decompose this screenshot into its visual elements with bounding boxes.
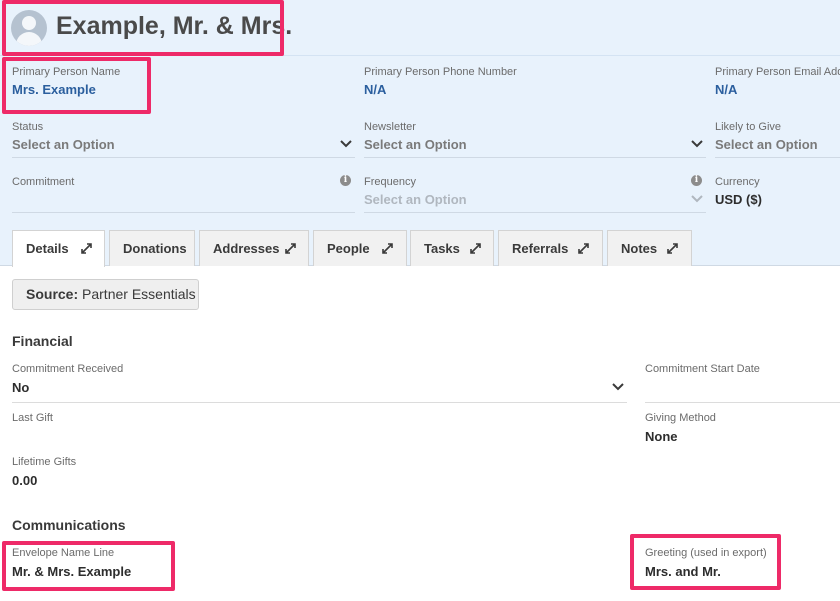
giving-method-value: None bbox=[645, 429, 678, 444]
lifetime-gifts-label: Lifetime Gifts bbox=[12, 456, 77, 468]
primary-person-name-link[interactable]: Mrs. Example bbox=[12, 82, 96, 97]
tab-notes[interactable]: Notes bbox=[607, 230, 692, 266]
commitment-received-select[interactable]: No bbox=[12, 380, 29, 395]
tab-donations-label: Donations bbox=[123, 241, 187, 256]
source-prefix: Source: bbox=[26, 286, 79, 302]
info-icon[interactable]: i bbox=[340, 175, 351, 186]
tab-people-label: People bbox=[327, 241, 370, 256]
financial-section-title: Financial bbox=[12, 333, 73, 349]
title-row: Example, Mr. & Mrs. bbox=[0, 0, 840, 56]
primary-person-phone-label: Primary Person Phone Number bbox=[364, 66, 517, 78]
currency-select[interactable]: USD ($) bbox=[715, 192, 762, 207]
expand-icon[interactable] bbox=[666, 242, 679, 255]
tab-addresses-label: Addresses bbox=[213, 241, 280, 256]
tab-details[interactable]: Details bbox=[12, 230, 105, 267]
tab-donations[interactable]: Donations bbox=[109, 230, 195, 266]
frequency-select[interactable]: Select an Option bbox=[364, 192, 467, 207]
commitment-label: Commitment bbox=[12, 176, 75, 188]
greeting-value[interactable]: Mrs. and Mr. bbox=[645, 564, 721, 579]
currency-label: Currency bbox=[715, 176, 760, 188]
primary-person-name-label: Primary Person Name bbox=[12, 66, 121, 78]
tab-referrals-label: Referrals bbox=[512, 241, 569, 256]
tab-tasks-label: Tasks bbox=[424, 241, 460, 256]
tab-referrals[interactable]: Referrals bbox=[498, 230, 603, 266]
primary-person-email-label: Primary Person Email Addre bbox=[715, 66, 840, 78]
tab-details-label: Details bbox=[26, 241, 69, 256]
envelope-name-line-label: Envelope Name Line bbox=[12, 547, 115, 559]
expand-icon[interactable] bbox=[469, 242, 482, 255]
greeting-label: Greeting (used in export) bbox=[645, 547, 767, 559]
status-label: Status bbox=[12, 121, 44, 133]
expand-icon[interactable] bbox=[80, 242, 93, 255]
status-select[interactable]: Select an Option bbox=[12, 137, 115, 152]
frequency-label: Frequency bbox=[364, 176, 416, 188]
page-title: Example, Mr. & Mrs. bbox=[56, 12, 293, 40]
tab-notes-label: Notes bbox=[621, 241, 658, 256]
giving-method-label: Giving Method bbox=[645, 412, 716, 424]
lifetime-gifts-value: 0.00 bbox=[12, 473, 38, 488]
tab-people[interactable]: People bbox=[313, 230, 407, 266]
highlight-greeting bbox=[630, 534, 781, 590]
expand-icon[interactable] bbox=[577, 242, 590, 255]
communications-section-title: Communications bbox=[12, 517, 126, 533]
chevron-down-icon[interactable] bbox=[340, 139, 352, 149]
envelope-name-line-value[interactable]: Mr. & Mrs. Example bbox=[12, 564, 131, 579]
expand-icon[interactable] bbox=[284, 242, 297, 255]
newsletter-select[interactable]: Select an Option bbox=[364, 137, 467, 152]
info-icon[interactable]: i bbox=[691, 175, 702, 186]
chevron-down-icon[interactable] bbox=[691, 194, 703, 204]
tab-tasks[interactable]: Tasks bbox=[410, 230, 494, 266]
tab-addresses[interactable]: Addresses bbox=[199, 230, 309, 266]
record-header: Example, Mr. & Mrs. Primary Person Name … bbox=[0, 0, 840, 266]
likely-to-give-label: Likely to Give bbox=[715, 121, 782, 133]
primary-person-email-link[interactable]: N/A bbox=[715, 82, 737, 97]
source-button[interactable]: Source: Partner Essentials bbox=[12, 279, 199, 310]
expand-icon[interactable] bbox=[381, 242, 394, 255]
likely-to-give-select[interactable]: Select an Option bbox=[715, 137, 818, 152]
commitment-received-label: Commitment Received bbox=[12, 363, 124, 375]
primary-person-phone-link[interactable]: N/A bbox=[364, 82, 386, 97]
source-value: Partner Essentials bbox=[82, 286, 196, 302]
commitment-start-date-label: Commitment Start Date bbox=[645, 363, 760, 375]
avatar-icon bbox=[11, 10, 47, 46]
newsletter-label: Newsletter bbox=[364, 121, 416, 133]
last-gift-label: Last Gift bbox=[12, 412, 53, 424]
chevron-down-icon[interactable] bbox=[691, 139, 703, 149]
chevron-down-icon[interactable] bbox=[612, 382, 624, 392]
